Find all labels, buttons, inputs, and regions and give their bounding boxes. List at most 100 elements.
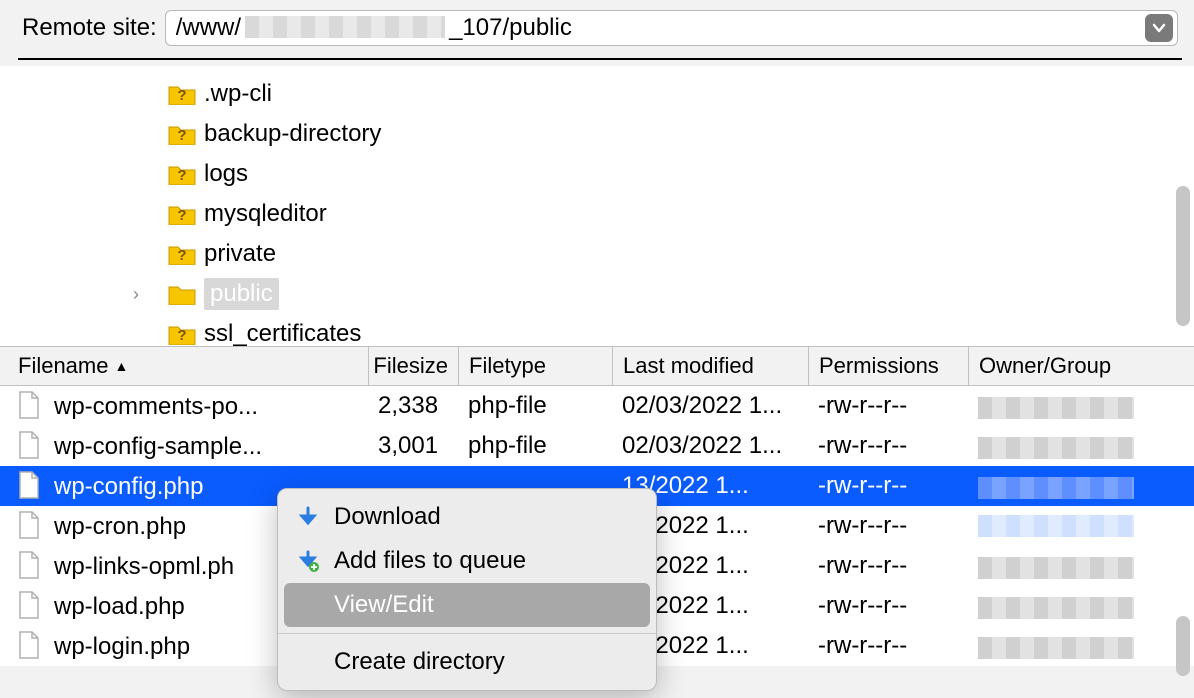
tree-item-label: logs (204, 160, 248, 188)
cell-filetype: php-file (458, 392, 612, 420)
ownergroup-blurred (978, 597, 1134, 619)
remote-tree-pane: ›.wp-cli›backup-directory›logs›mysqledit… (0, 66, 1194, 346)
file-icon (18, 631, 40, 659)
ownergroup-blurred (978, 557, 1134, 579)
tree-item-backup-directory[interactable]: ›backup-directory (160, 114, 1194, 154)
tree-item-ssl-certificates[interactable]: ›ssl_certificates (160, 314, 1194, 346)
cell-lastmodified: 02/03/2022 1... (612, 432, 808, 460)
remote-path-bar: Remote site: /www/ _107/public (0, 0, 1194, 58)
file-icon (18, 591, 40, 619)
column-permissions-label: Permissions (819, 353, 939, 379)
path-suffix: _107/public (449, 14, 572, 41)
column-permissions[interactable]: Permissions (808, 347, 968, 385)
cell-lastmodified: 02/03/2022 1... (612, 392, 808, 420)
column-filetype-label: Filetype (469, 353, 546, 379)
cell-filetype: php-file (458, 432, 612, 460)
tree-item-label: .wp-cli (204, 80, 272, 108)
column-ownergroup[interactable]: Owner/Group (968, 347, 1144, 385)
column-lastmodified-label: Last modified (623, 353, 754, 379)
cell-ownergroup (968, 393, 1144, 419)
cell-ownergroup (968, 473, 1144, 499)
cell-permissions: -rw-r--r-- (808, 432, 968, 460)
tree-item-public[interactable]: ›public (160, 274, 1194, 314)
cell-ownergroup (968, 633, 1144, 659)
file-icon (18, 471, 40, 499)
expand-chevron-icon[interactable]: › (126, 284, 146, 305)
ctx-separator (278, 633, 656, 634)
folder-unknown-icon (168, 323, 196, 345)
ctx-create-directory[interactable]: Create directory (278, 640, 656, 684)
tree-item-logs[interactable]: ›logs (160, 154, 1194, 194)
cell-ownergroup (968, 433, 1144, 459)
column-lastmodified[interactable]: Last modified (612, 347, 808, 385)
column-filename-label: Filename (18, 353, 108, 379)
ctx-view-edit[interactable]: View/Edit (284, 583, 650, 627)
cell-permissions: -rw-r--r-- (808, 592, 968, 620)
ctx-add-to-queue[interactable]: Add files to queue (278, 539, 656, 583)
file-icon (18, 511, 40, 539)
path-prefix: /www/ (176, 14, 241, 41)
ctx-download-label: Download (334, 503, 441, 531)
ctx-add-to-queue-label: Add files to queue (334, 547, 526, 575)
cell-filename: wp-config-sample... (18, 431, 368, 461)
tree-item-label: backup-directory (204, 120, 381, 148)
ctx-view-edit-label: View/Edit (334, 591, 434, 619)
remote-path-field[interactable]: /www/ _107/public (165, 10, 1178, 46)
folder-unknown-icon (168, 123, 196, 145)
cell-filesize: 2,338 (368, 392, 458, 420)
path-blurred-segment (245, 16, 445, 38)
chevron-down-icon (1152, 21, 1166, 35)
tree-item-label: mysqleditor (204, 200, 327, 228)
tree-item-private[interactable]: ›private (160, 234, 1194, 274)
column-filesize[interactable]: Filesize (368, 347, 458, 385)
cell-permissions: -rw-r--r-- (808, 512, 968, 540)
cell-filesize: 3,001 (368, 432, 458, 460)
file-icon (18, 431, 40, 459)
tree-item-label: public (204, 278, 279, 310)
column-filetype[interactable]: Filetype (458, 347, 612, 385)
add-to-queue-icon (296, 549, 320, 573)
cell-ownergroup (968, 593, 1144, 619)
sort-asc-icon: ▲ (114, 358, 128, 374)
folder-unknown-icon (168, 203, 196, 225)
path-dropdown-button[interactable] (1145, 14, 1173, 42)
file-table-scrollbar[interactable] (1176, 616, 1190, 676)
remote-path-value: /www/ _107/public (176, 14, 1145, 42)
cell-permissions: -rw-r--r-- (808, 632, 968, 660)
file-row[interactable]: wp-config-sample...3,001php-file02/03/20… (0, 426, 1194, 466)
tree-scrollbar[interactable] (1176, 186, 1190, 326)
ownergroup-blurred (978, 515, 1134, 537)
folder-unknown-icon (168, 243, 196, 265)
tree-item-label: private (204, 240, 276, 268)
ownergroup-blurred (978, 477, 1134, 499)
ctx-create-directory-label: Create directory (334, 648, 505, 676)
column-filesize-label: Filesize (373, 353, 448, 379)
column-ownergroup-label: Owner/Group (979, 353, 1111, 379)
cell-permissions: -rw-r--r-- (808, 392, 968, 420)
cell-ownergroup (968, 553, 1144, 579)
file-row[interactable]: wp-comments-po...2,338php-file02/03/2022… (0, 386, 1194, 426)
blank-icon (296, 650, 320, 674)
folder-open-icon (168, 283, 196, 305)
blank-icon (296, 593, 320, 617)
column-filename[interactable]: Filename ▲ (18, 347, 368, 385)
file-table-header: Filename ▲ Filesize Filetype Last modifie… (0, 346, 1194, 386)
download-icon (296, 505, 320, 529)
ctx-download[interactable]: Download (278, 495, 656, 539)
remote-site-label: Remote site: (22, 14, 157, 42)
file-icon (18, 391, 40, 419)
cell-permissions: -rw-r--r-- (808, 472, 968, 500)
ownergroup-blurred (978, 637, 1134, 659)
folder-unknown-icon (168, 83, 196, 105)
cell-ownergroup (968, 515, 1144, 537)
tree-item-label: ssl_certificates (204, 320, 361, 346)
ownergroup-blurred (978, 437, 1134, 459)
tree-item-mysqleditor[interactable]: ›mysqleditor (160, 194, 1194, 234)
context-menu: Download Add files to queue View/Edit Cr… (277, 488, 657, 691)
tree-item--wp-cli[interactable]: ›.wp-cli (160, 74, 1194, 114)
cell-permissions: -rw-r--r-- (808, 552, 968, 580)
file-icon (18, 551, 40, 579)
folder-unknown-icon (168, 163, 196, 185)
pathbar-divider (18, 58, 1182, 60)
cell-filename: wp-comments-po... (18, 391, 368, 421)
